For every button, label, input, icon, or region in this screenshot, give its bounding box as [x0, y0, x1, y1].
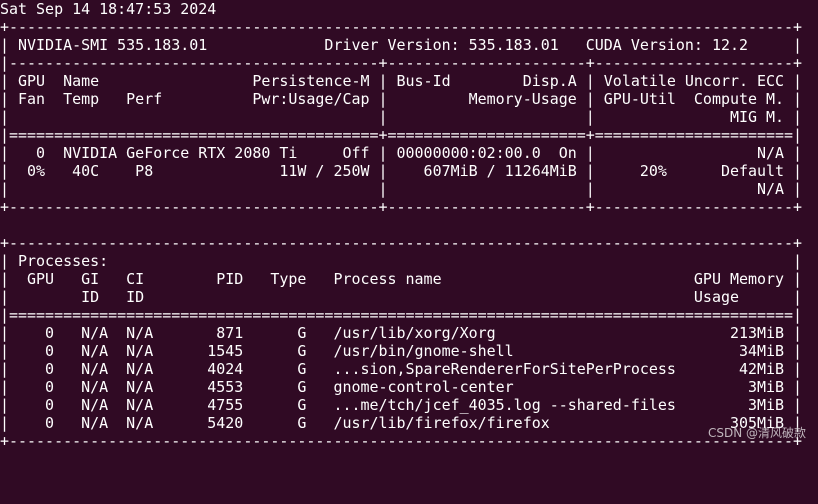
terminal-line-process-row: | 0 N/A N/A 4553 G gnome-control-center …: [0, 378, 803, 396]
terminal-line-header-2: | Fan Temp Perf Pwr:Usage/Cap | Memory-U…: [0, 90, 803, 108]
terminal-line-process-row: | 0 N/A N/A 5420 G /usr/lib/firefox/fire…: [0, 414, 803, 432]
terminal-line-processes-title: | Processes: |: [0, 252, 803, 270]
terminal-line-double-separator: |=======================================…: [0, 126, 803, 144]
terminal-line-gpu-row-2: | 0% 40C P8 11W / 250W | 607MiB / 11264M…: [0, 162, 803, 180]
terminal-line-proc-top-border: +---------------------------------------…: [0, 234, 803, 252]
terminal-line-header-3: | | | MIG M. |: [0, 108, 803, 126]
terminal-window[interactable]: Sat Sep 14 18:47:53 2024 +--------------…: [0, 0, 818, 450]
terminal-line-process-row: | 0 N/A N/A 4755 G ...me/tch/jcef_4035.l…: [0, 396, 803, 414]
terminal-line-gpu-row-1: | 0 NVIDIA GeForce RTX 2080 Ti Off | 000…: [0, 144, 803, 162]
terminal-line-gpu-row-3: | | | N/A |: [0, 180, 803, 198]
terminal-line-process-row: | 0 N/A N/A 871 G /usr/lib/xorg/Xorg 213…: [0, 324, 803, 342]
terminal-line-top-border: +---------------------------------------…: [0, 18, 803, 36]
terminal-line-separator: |---------------------------------------…: [0, 54, 803, 72]
terminal-line-smi-version: | NVIDIA-SMI 535.183.01 Driver Version: …: [0, 36, 803, 54]
terminal-line-header-1: | GPU Name Persistence-M | Bus-Id Disp.A…: [0, 72, 803, 90]
terminal-line-process-row: | 0 N/A N/A 4024 G ...sion,SpareRenderer…: [0, 360, 803, 378]
csdn-watermark: CSDN @清风破款: [707, 426, 806, 440]
terminal-line-process-row: | 0 N/A N/A 1545 G /usr/bin/gnome-shell …: [0, 342, 803, 360]
terminal-line-proc-header-1: | GPU GI CI PID Type Process name GPU Me…: [0, 270, 803, 288]
terminal-line-proc-header-2: | ID ID Usage |: [0, 288, 803, 306]
terminal-line-proc-separator: |=======================================…: [0, 306, 803, 324]
terminal-line-date: Sat Sep 14 18:47:53 2024: [0, 0, 217, 18]
terminal-line-gpu-bottom-border: +---------------------------------------…: [0, 198, 803, 216]
terminal-line-proc-bottom-border: +---------------------------------------…: [0, 432, 803, 450]
